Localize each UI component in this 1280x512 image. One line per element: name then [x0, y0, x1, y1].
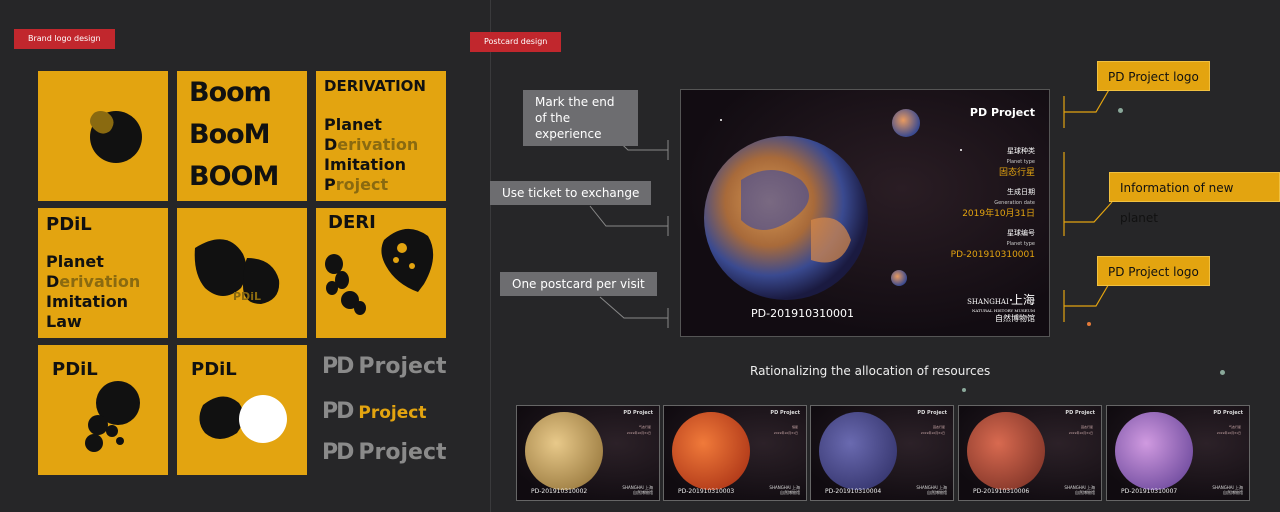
thumb-logo: PD Project: [623, 410, 653, 416]
duo-drop-icon: [199, 395, 287, 443]
callout-ticket-exchange: Use ticket to exchange: [490, 181, 652, 205]
thumb-logo: PD Project: [770, 410, 800, 416]
callout-one-postcard: One postcard per visit: [500, 272, 657, 296]
thumb-info: 气态行星 2019年10月31日: [626, 425, 651, 435]
thumb-info: 固态行星 2019年10月31日: [920, 425, 945, 435]
main-postcard: PD Project 星球种类 Planet type 固态行星 生成日期 Ge…: [680, 89, 1050, 337]
thumb-logo: PD Project: [1213, 410, 1243, 416]
decor-dot: [1118, 108, 1123, 113]
pd-project-row-2: PD Project: [322, 399, 427, 424]
postcard-info-block: 星球种类 Planet type 固态行星 生成日期 Generation da…: [950, 147, 1035, 260]
callout-new-planet-info: Information of new planet: [1109, 172, 1280, 225]
postcard-id: PD-201910310001: [751, 307, 855, 320]
postcard-design-tag: Postcard design: [470, 32, 562, 52]
brand-logo-tag: Brand logo design: [14, 29, 115, 49]
thumb-info: 气态行星 2019年10月31日: [1216, 425, 1241, 435]
thumb-id: PD-201910310007: [1121, 488, 1178, 495]
pdil-title: PDiL: [46, 214, 92, 235]
decor-dot: [962, 388, 966, 392]
callout-mark-end: Mark the end of the experience: [523, 90, 638, 146]
postcard-thumbnail[interactable]: PD Project 气态行星 2019年10月31日 SHANGHAI 上海 自然博物…: [1106, 405, 1250, 501]
thumb-museum: SHANGHAI 上海 自然博物馆: [622, 485, 653, 495]
thumb-id: PD-201910310004: [825, 488, 882, 495]
thumb-museum: SHANGHAI 上海 自然博物馆: [916, 485, 947, 495]
postcard-thumbnail[interactable]: PD Project 固态行星 2019年10月31日 SHANGHAI 上海 自然博物…: [810, 405, 954, 501]
thumb-museum: SHANGHAI 上海 自然博物馆: [1212, 485, 1243, 495]
section-divider: [490, 0, 491, 512]
pd-project-row-3: PD Project: [322, 440, 447, 465]
thumb-id: PD-201910310002: [531, 488, 588, 495]
museum-logo: SHANGHAI 上海 NATURAL HISTORY MUSEUM 自然博物馆: [967, 293, 1035, 323]
pdil-acronym: Planet Derivation Imitation Law: [46, 252, 141, 331]
pd-project-row-1: PD Project: [322, 354, 447, 379]
allocation-caption: Rationalizing the allocation of resource…: [750, 364, 991, 378]
logo-tile-boom: Boom BooM BOOM: [177, 71, 307, 201]
thumb-planet-icon: [819, 412, 897, 490]
double-drop-icon: [194, 239, 280, 304]
blob-cluster-icon: [85, 381, 140, 452]
thumb-id: PD-201910310006: [973, 488, 1030, 495]
boom-line-2: BooM: [189, 119, 271, 150]
decor-dot: [1220, 370, 1225, 375]
derivation-acronym: Planet Derivation Imitation Project: [324, 115, 419, 194]
derivation-title: DERIVATION: [324, 77, 426, 95]
boom-line-1: Boom: [189, 77, 272, 108]
thumb-planet-icon: [967, 412, 1045, 490]
logo-tile-pdil-duo: PDiL: [177, 345, 307, 475]
logo-tile-deri: DERI: [316, 208, 446, 338]
thumb-info: 固态行星 2019年10月31日: [1068, 425, 1093, 435]
thumb-museum: SHANGHAI 上海 自然博物馆: [769, 485, 800, 495]
deri-drops-icon: [325, 228, 434, 315]
logo-tile-derivation: DERIVATION Planet Derivation Imitation P…: [316, 71, 446, 201]
postcard-logo: PD Project: [969, 106, 1035, 119]
boom-line-3: BOOM: [189, 161, 279, 192]
thumb-planet-icon: [525, 412, 603, 490]
postcard-thumbnail[interactable]: PD Project 恒星 2019年10月31日 SHANGHAI 上海 自然博物馆 P…: [663, 405, 807, 501]
logo-tile-pdil-acronym: PDiL Planet Derivation Imitation Law: [38, 208, 168, 338]
postcard-thumbnail[interactable]: PD Project 气态行星 2019年10月31日 SHANGHAI 上海 自然博物…: [516, 405, 660, 501]
drop-logo-icon: [90, 111, 142, 163]
logo-tile-pdil-blob: PDiL: [38, 345, 168, 475]
logo-tile-pdil-mark: PDiL: [177, 208, 307, 338]
thumb-planet-icon: [672, 412, 750, 490]
decor-dot: [1087, 322, 1091, 326]
logo-tile-drop: [38, 71, 168, 201]
pdil-mark-label: PDiL: [233, 290, 261, 303]
thumb-planet-icon: [1115, 412, 1193, 490]
thumb-id: PD-201910310003: [678, 488, 735, 495]
thumb-info: 恒星 2019年10月31日: [773, 425, 798, 435]
thumb-logo: PD Project: [917, 410, 947, 416]
thumb-logo: PD Project: [1065, 410, 1095, 416]
callout-logo-bottom: PD Project logo: [1097, 256, 1210, 286]
callout-logo-top: PD Project logo: [1097, 61, 1210, 91]
thumb-museum: SHANGHAI 上海 自然博物馆: [1064, 485, 1095, 495]
postcard-thumbnail[interactable]: PD Project 固态行星 2019年10月31日 SHANGHAI 上海 自然博物…: [958, 405, 1102, 501]
